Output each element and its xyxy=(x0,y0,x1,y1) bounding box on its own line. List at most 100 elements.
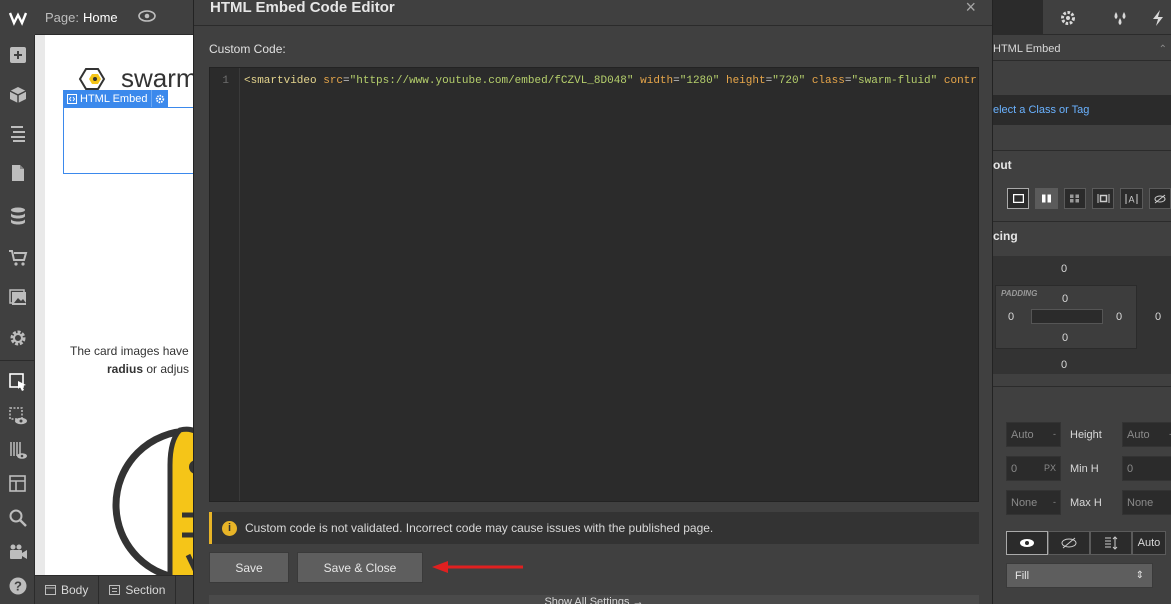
tab-settings-gear-icon[interactable] xyxy=(1043,0,1094,35)
code-attr-name: class xyxy=(811,75,845,87)
overflow-auto-button[interactable]: Auto xyxy=(1132,531,1166,555)
display-none-icon[interactable] xyxy=(1148,188,1171,209)
toolbar-divider xyxy=(0,360,35,361)
overflow-buttons: Auto xyxy=(993,531,1171,557)
padding-left-value[interactable]: 0 xyxy=(1008,311,1014,323)
navigator-icon[interactable] xyxy=(0,115,35,151)
info-warning-icon: i xyxy=(222,520,237,536)
code-attr-value: "swarm-fluid" xyxy=(851,75,938,87)
modal-header: HTML Embed Code Editor × xyxy=(194,0,992,26)
save-button[interactable]: Save xyxy=(209,552,289,583)
display-block-icon[interactable] xyxy=(1007,188,1030,209)
code-attr-value: "720" xyxy=(772,75,806,87)
help-question-icon[interactable]: ? xyxy=(0,568,35,604)
margin-bottom-value[interactable]: 0 xyxy=(1061,359,1067,371)
svg-text:A: A xyxy=(1128,194,1134,204)
grid-overlay-icon[interactable] xyxy=(0,432,35,468)
pages-icon[interactable] xyxy=(0,155,35,191)
padding-box: PADDING 0 0 0 0 xyxy=(995,285,1137,349)
spacing-section-header[interactable]: cing xyxy=(993,221,1171,249)
code-editor[interactable]: 1 <smartvideo src="https://www.youtube.c… xyxy=(209,67,979,502)
ecommerce-cart-icon[interactable] xyxy=(0,240,35,276)
padding-top-value[interactable]: 0 xyxy=(1062,293,1068,305)
panel-tabs xyxy=(993,0,1171,35)
warning-text: Custom code is not validated. Incorrect … xyxy=(245,521,714,535)
code-line[interactable]: <smartvideo src="https://www.youtube.com… xyxy=(244,75,978,87)
element-type-label: HTML Embed xyxy=(993,43,1061,55)
code-attr-value: "1280" xyxy=(679,75,720,87)
code-attr-name: height xyxy=(725,75,766,87)
line-number-gutter: 1 xyxy=(210,68,240,501)
code-attr-name: src xyxy=(323,75,344,87)
size-section-header[interactable] xyxy=(993,386,1171,414)
margin-top-value[interactable]: 0 xyxy=(1061,263,1067,275)
display-inline-icon[interactable]: A xyxy=(1120,188,1143,209)
code-attr-value: "https://www.youtube.com/embed/fCZVL_8D0… xyxy=(349,75,634,87)
page-top-bar: Page: Home xyxy=(35,0,195,35)
max-width-input[interactable]: None - xyxy=(1006,490,1061,515)
preview-eye-icon[interactable] xyxy=(0,398,35,434)
video-tutorials-icon[interactable] xyxy=(0,534,35,570)
line-number: 1 xyxy=(222,75,229,87)
card-description-text: The card images have radius or adjus xyxy=(70,342,195,378)
search-icon[interactable] xyxy=(0,500,35,536)
canvas-margin xyxy=(35,35,45,575)
symbols-icon[interactable] xyxy=(0,77,35,113)
svg-text:?: ? xyxy=(14,579,22,594)
page-label: Page: xyxy=(45,9,79,25)
app-root: ? Page: Home swarm HTML Embed The card i… xyxy=(0,0,1171,604)
height-label: Height xyxy=(1070,429,1102,441)
embed-settings-gear-icon[interactable] xyxy=(151,90,168,107)
display-grid-icon[interactable] xyxy=(1063,188,1086,209)
min-height-input[interactable]: 0 xyxy=(1122,456,1171,481)
page-name-selector[interactable]: Home xyxy=(83,10,118,25)
overflow-visible-eye-icon[interactable] xyxy=(1006,531,1048,555)
padding-bottom-value[interactable]: 0 xyxy=(1062,332,1068,344)
width-input[interactable]: Auto - xyxy=(1006,422,1061,447)
margin-right-value[interactable]: 0 xyxy=(1155,311,1161,323)
display-buttons: A xyxy=(993,188,1171,211)
layout-section-header[interactable]: out xyxy=(993,150,1171,178)
breadcrumb-section[interactable]: Section xyxy=(99,575,177,604)
display-inline-block-icon[interactable] xyxy=(1091,188,1115,209)
html-embed-selected-box[interactable] xyxy=(63,107,195,174)
select-cursor-icon[interactable] xyxy=(0,364,35,400)
min-height-label: Min H xyxy=(1070,463,1099,475)
padding-label: PADDING xyxy=(1001,289,1038,298)
add-panel-icon[interactable] xyxy=(0,37,35,73)
code-tag: <smartvideo xyxy=(244,75,317,87)
overflow-scroll-icon[interactable] xyxy=(1090,531,1132,555)
breadcrumb-body[interactable]: Body xyxy=(35,575,100,604)
html-embed-element-tag[interactable]: HTML Embed xyxy=(63,90,169,107)
fit-select[interactable]: Fill ⇕ xyxy=(1006,563,1153,588)
tab-lightning-icon[interactable] xyxy=(1145,0,1171,35)
max-height-label: Max H xyxy=(1070,497,1102,509)
content-box xyxy=(1031,309,1103,324)
assets-icon[interactable] xyxy=(0,280,35,316)
selector-field[interactable]: elect a Class or Tag xyxy=(993,95,1171,125)
save-and-close-button[interactable]: Save & Close xyxy=(297,552,423,583)
html-embed-code-editor-modal: HTML Embed Code Editor × Custom Code: 1 … xyxy=(193,0,993,604)
show-all-settings-button[interactable]: Show All Settings → xyxy=(209,595,979,604)
design-canvas[interactable]: swarm HTML Embed The card images have ra… xyxy=(45,35,195,575)
validation-warning: i Custom code is not validated. Incorrec… xyxy=(209,512,979,544)
display-flex-icon[interactable] xyxy=(1035,188,1058,209)
page-visibility-eye-icon[interactable] xyxy=(137,9,156,26)
overflow-hidden-icon[interactable] xyxy=(1048,531,1090,555)
settings-gear-icon[interactable] xyxy=(0,320,35,356)
close-icon[interactable]: × xyxy=(965,0,976,18)
max-height-input[interactable]: None xyxy=(1122,490,1171,515)
tab-style-brush[interactable] xyxy=(993,0,1043,35)
select-arrows-icon: ⇕ xyxy=(1135,570,1144,581)
webflow-logo-icon[interactable] xyxy=(0,0,35,35)
layout-template-icon[interactable] xyxy=(0,466,35,502)
html-embed-tag-label: HTML Embed xyxy=(63,90,151,107)
element-hat-icon[interactable]: ⌃ xyxy=(1159,44,1167,55)
tab-interactions-drops-icon[interactable] xyxy=(1094,0,1145,35)
min-width-input[interactable]: 0 PX xyxy=(1006,456,1061,481)
red-arrow-annotation-icon xyxy=(430,560,525,577)
height-input[interactable]: Auto- xyxy=(1122,422,1171,447)
cms-icon[interactable] xyxy=(0,198,35,234)
element-breadcrumb: Body Section xyxy=(35,575,195,604)
padding-right-value[interactable]: 0 xyxy=(1116,311,1122,323)
